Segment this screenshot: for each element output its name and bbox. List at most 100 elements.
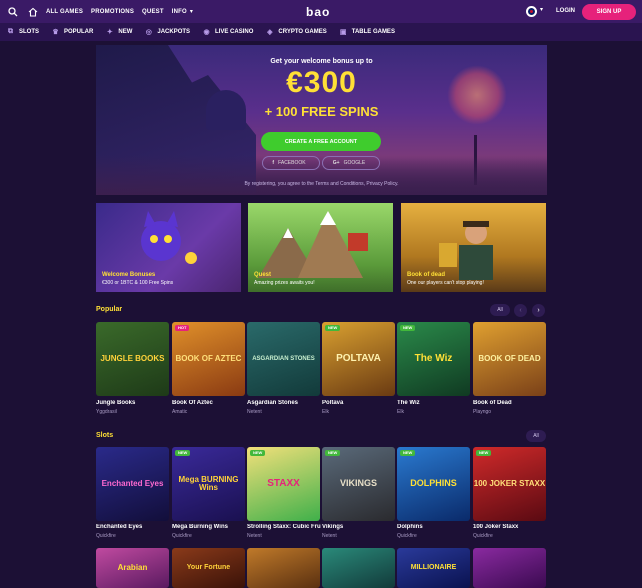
game-name[interactable]: Book Of Aztec — [172, 400, 246, 406]
game-provider: Elk — [322, 409, 329, 415]
game-card[interactable]: Your Fortune — [172, 548, 245, 588]
game-card[interactable]: NEW STAXX — [247, 447, 320, 521]
nav-all-games[interactable]: ALL GAMES — [46, 9, 83, 15]
game-card[interactable]: NEW The Wiz — [397, 322, 470, 396]
promo-title: Quest — [254, 272, 272, 278]
promo-title: Book of dead — [407, 272, 446, 278]
hero-bonus-amount: €300 — [286, 66, 357, 99]
new-badge: NEW — [476, 450, 492, 457]
game-name[interactable]: 100 Joker Staxx — [473, 524, 547, 530]
game-card[interactable]: Arabian — [96, 548, 169, 588]
game-name[interactable]: Strolling Staxx: Cubic Fruits — [247, 524, 321, 530]
promo-quest[interactable]: Quest Amazing prizes awaits you! — [248, 203, 393, 292]
game-name[interactable]: Mega Burning Wins — [172, 524, 246, 530]
chevron-down-icon[interactable]: ▾ — [190, 8, 193, 15]
facebook-signup-button[interactable]: f FACEBOOK — [262, 156, 320, 170]
category-table-games[interactable]: ▣ TABLE GAMES — [339, 28, 395, 37]
google-signup-button[interactable]: G+ GOOGLE — [322, 156, 380, 170]
game-card[interactable]: BOOK OF DEAD — [473, 322, 546, 396]
game-provider: Amatic — [172, 409, 188, 415]
crown-icon: ♛ — [52, 29, 59, 36]
logo[interactable]: bao — [306, 5, 330, 19]
game-name[interactable]: Book of Dead — [473, 400, 547, 406]
facebook-icon: f — [272, 160, 275, 166]
new-badge: NEW — [325, 325, 341, 332]
game-card[interactable]: MILLIONAIRE — [397, 548, 470, 588]
home-icon[interactable] — [26, 5, 40, 19]
category-crypto-games[interactable]: ◈ CRYPTO GAMES — [265, 28, 327, 37]
game-name[interactable]: Poltava — [322, 400, 396, 406]
category-slots[interactable]: ⧉ SLOTS — [6, 28, 39, 37]
mountains-illustration — [258, 211, 368, 278]
promo-welcome-bonuses[interactable]: Welcome Bonuses €300 or 1BTC & 100 Free … — [96, 203, 241, 292]
promo-subtitle: Amazing prizes awaits you! — [254, 280, 315, 286]
game-provider: Yggdrasil — [96, 409, 117, 415]
game-card[interactable]: NEW 100 JOKER STAXX — [473, 447, 546, 521]
game-provider: Netent — [322, 533, 337, 539]
new-badge: NEW — [400, 325, 416, 332]
cat-mascot-illustration — [141, 211, 197, 264]
slots-section-title: Slots — [96, 432, 114, 439]
game-card[interactable]: NEW VIKINGS — [322, 447, 395, 521]
game-provider: Quickfire — [397, 533, 417, 539]
hot-badge: HOT — [175, 325, 190, 332]
table-icon: ▣ — [339, 29, 347, 36]
create-account-button[interactable]: CREATE A FREE ACCOUNT — [261, 132, 381, 151]
popular-all-button[interactable]: All — [490, 304, 510, 316]
nav-info[interactable]: INFO — [172, 9, 187, 15]
new-badge: NEW — [400, 450, 416, 457]
category-bar: ⧉ SLOTS ♛ POPULAR ✦ NEW ◎ JACKPOTS ◉ LIVE CAS… — [0, 23, 642, 41]
game-provider: Netent — [247, 533, 262, 539]
game-card[interactable]: HOT BOOK OF AZTEC — [172, 322, 245, 396]
signup-button[interactable]: SIGN UP — [582, 4, 636, 20]
category-new[interactable]: ✦ NEW — [105, 28, 132, 37]
game-provider: Quickfire — [96, 533, 116, 539]
game-name[interactable]: Enchanted Eyes — [96, 524, 170, 530]
language-chevron-icon[interactable]: ▾ — [540, 6, 543, 13]
login-button[interactable]: LOGIN — [556, 8, 575, 14]
category-live-casino[interactable]: ◉ LIVE CASINO — [202, 28, 253, 37]
category-popular[interactable]: ♛ POPULAR — [51, 28, 93, 37]
promo-title: Welcome Bonuses — [102, 272, 156, 278]
nav-quest[interactable]: QUEST — [142, 9, 164, 15]
game-card[interactable]: NEW POLTAVA — [322, 322, 395, 396]
game-card[interactable] — [322, 548, 395, 588]
game-provider: Netent — [247, 409, 262, 415]
new-badge: NEW — [175, 450, 191, 457]
game-name[interactable]: Dolphins — [397, 524, 471, 530]
search-icon[interactable] — [6, 5, 20, 19]
nav-promotions[interactable]: PROMOTIONS — [91, 9, 134, 15]
category-jackpots[interactable]: ◎ JACKPOTS — [144, 28, 190, 37]
slots-all-button[interactable]: All — [526, 430, 546, 442]
game-provider: Quickfire — [172, 533, 192, 539]
game-card[interactable]: NEW DOLPHINS — [397, 447, 470, 521]
game-name[interactable]: Jungle Books — [96, 400, 170, 406]
game-provider: Elk — [397, 409, 404, 415]
popular-next-arrow-icon[interactable]: › — [532, 304, 545, 317]
terms-text: By registering, you agree to the Terms a… — [244, 181, 399, 187]
promo-book-of-dead[interactable]: Book of dead One our players can't stop … — [401, 203, 546, 292]
game-name[interactable]: Vikings — [322, 524, 396, 530]
new-badge: NEW — [325, 450, 341, 457]
game-card[interactable]: Enchanted Eyes — [96, 447, 169, 521]
live-icon: ◉ — [203, 29, 210, 36]
game-card[interactable]: JUNGLE BOOKS — [96, 322, 169, 396]
slots-icon: ⧉ — [8, 28, 13, 35]
promo-subtitle: €300 or 1BTC & 100 Free Spins — [102, 280, 174, 286]
game-card[interactable]: ASGARDIAN STONES — [247, 322, 320, 396]
game-name[interactable]: Asgardian Stones — [247, 400, 321, 406]
game-card[interactable] — [247, 548, 320, 588]
hero-free-spins: + 100 FREE SPINS — [264, 104, 379, 119]
uk-flag-icon[interactable] — [526, 6, 537, 17]
crypto-icon: ◈ — [267, 29, 273, 36]
game-name[interactable]: The Wiz — [397, 400, 471, 406]
google-icon: G+ — [332, 160, 340, 166]
popular-prev-arrow-icon[interactable]: ‹ — [514, 304, 527, 317]
jackpot-icon: ◎ — [145, 29, 152, 36]
game-card[interactable]: NEW Mega BURNING Wins — [172, 447, 245, 521]
explorer-illustration — [439, 221, 493, 280]
game-card[interactable] — [473, 548, 546, 588]
game-provider: Playngo — [473, 409, 492, 415]
popular-section-title: Popular — [96, 306, 123, 313]
new-icon: ✦ — [106, 29, 113, 36]
